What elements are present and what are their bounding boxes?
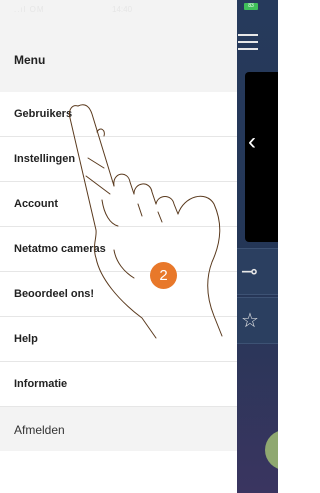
favorites-bar[interactable]: ☆ (237, 297, 278, 344)
menu-item-help[interactable]: Help (0, 317, 237, 362)
menu-item-label: Help (14, 333, 38, 345)
menu-item-label: Account (14, 198, 58, 210)
side-menu: ..ıl OM 14:40 Menu Gebruikers Instelling… (0, 0, 237, 493)
menu-item-instellingen[interactable]: Instellingen (0, 137, 237, 182)
camera-preview (245, 72, 278, 242)
action-button[interactable] (265, 430, 278, 470)
step-badge: 2 (150, 262, 177, 289)
menu-item-label: Instellingen (14, 153, 76, 165)
logout-label: Afmelden (14, 423, 65, 437)
menu-item-label: Gebruikers (14, 108, 73, 120)
menu-header: Menu (0, 18, 237, 92)
status-bar: ..ıl OM 14:40 (0, 0, 237, 18)
key-bar[interactable]: ⊸ (237, 248, 278, 295)
menu-item-label: Informatie (14, 378, 68, 390)
battery-icon: 83 (244, 3, 258, 10)
app-background: 83 ‹ ⊸ ☆ (237, 0, 278, 493)
menu-item-label: Netatmo cameras (14, 243, 106, 255)
menu-item-account[interactable]: Account (0, 182, 237, 227)
menu-list: Gebruikers Instellingen Account Netatmo … (0, 92, 237, 451)
hamburger-icon[interactable] (238, 34, 258, 55)
key-icon: ⊸ (241, 261, 258, 283)
menu-item-informatie[interactable]: Informatie (0, 362, 237, 407)
menu-item-label: Beoordeel ons! (14, 288, 95, 300)
menu-item-beoordeel-ons[interactable]: Beoordeel ons! (0, 272, 237, 317)
chevron-left-icon[interactable]: ‹ (248, 128, 256, 156)
signal-indicator: ..ıl OM (14, 5, 45, 14)
logout-button[interactable]: Afmelden (0, 407, 237, 451)
menu-item-netatmo-cameras[interactable]: Netatmo cameras (0, 227, 237, 272)
star-icon: ☆ (241, 310, 259, 332)
menu-title: Menu (14, 53, 46, 67)
clock: 14:40 (112, 5, 133, 14)
menu-item-gebruikers[interactable]: Gebruikers (0, 92, 237, 137)
